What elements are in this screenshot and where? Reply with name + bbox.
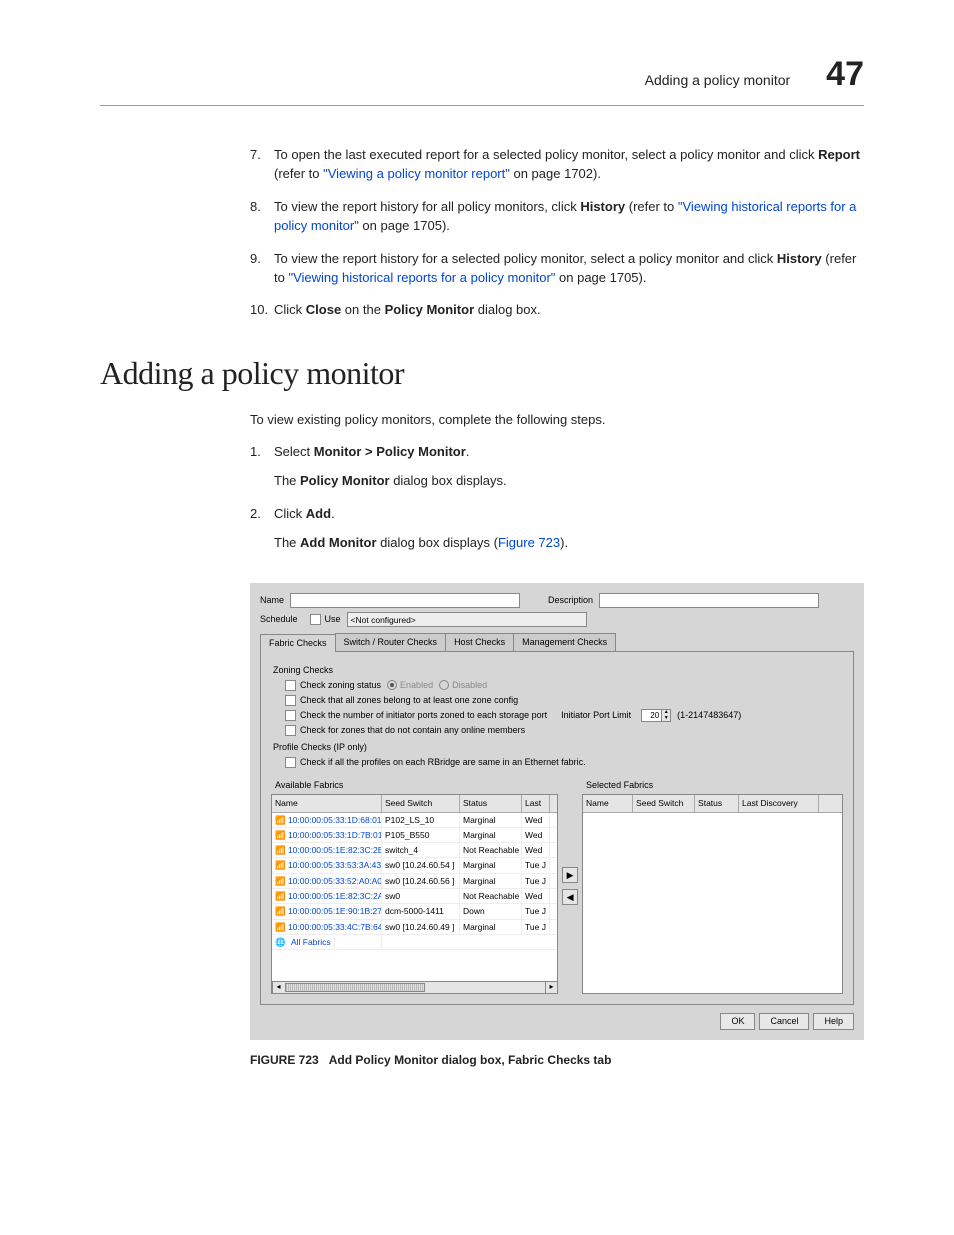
move-right-button[interactable]: ▶	[562, 867, 578, 883]
name-input[interactable]	[290, 593, 520, 608]
check-profiles-label: Check if all the profiles on each RBridg…	[300, 756, 586, 769]
tab-fabric-checks[interactable]: Fabric Checks	[260, 634, 336, 652]
table-row[interactable]: 📶 10:00:00:05:33:4C:7B:64sw0 [10.24.60.4…	[272, 920, 557, 935]
all-fabrics-row[interactable]: 🌐 All Fabrics	[272, 935, 557, 950]
use-label: Use	[325, 613, 341, 626]
tab-host-checks[interactable]: Host Checks	[445, 633, 514, 651]
tab-switch-router-checks[interactable]: Switch / Router Checks	[335, 633, 447, 651]
table-row[interactable]: 📶 10:00:00:05:1E:90:1B:27dcm-5000-1411Do…	[272, 904, 557, 919]
step-number: 2.	[250, 505, 274, 553]
available-fabrics-list[interactable]: Name Seed Switch Status Last 📶 10:00:00:…	[271, 794, 558, 994]
bold-report: Report	[818, 147, 860, 162]
tabs-row: Fabric Checks Switch / Router Checks Hos…	[260, 633, 854, 652]
table-row[interactable]: 📶 10:00:00:05:33:53:3A:43sw0 [10.24.60.5…	[272, 858, 557, 873]
table-row[interactable]: 📶 10:00:00:05:33:1D:68:01P102_LS_10Margi…	[272, 813, 557, 828]
ok-button[interactable]: OK	[720, 1013, 755, 1030]
steps-adding: 1. Select Monitor > Policy Monitor. The …	[250, 443, 864, 552]
figure-caption: FIGURE 723 Add Policy Monitor dialog box…	[250, 1052, 864, 1069]
steps-continued: 7. To open the last executed report for …	[250, 146, 864, 320]
table-header: Name Seed Switch Status Last Discovery	[583, 795, 842, 812]
table-row[interactable]: 📶 10:00:00:05:1E:82:3C:2Bswitch_4Not Rea…	[272, 843, 557, 858]
available-fabrics-header: Available Fabrics	[271, 777, 558, 794]
help-button[interactable]: Help	[813, 1013, 854, 1030]
step-number: 8.	[250, 198, 274, 236]
check-online-members-checkbox[interactable]	[285, 725, 296, 736]
step-number: 7.	[250, 146, 274, 184]
link-historical-reports[interactable]: "Viewing historical reports for a policy…	[288, 270, 555, 285]
step-text: Click Close on the Policy Monitor dialog…	[274, 301, 864, 320]
check-profiles-checkbox[interactable]	[285, 757, 296, 768]
name-label: Name	[260, 594, 284, 607]
initiator-port-limit-spinner[interactable]: 20 ▲▼	[641, 709, 671, 722]
header-title: Adding a policy monitor	[645, 70, 791, 90]
zoning-checks-title: Zoning Checks	[273, 664, 843, 677]
cancel-button[interactable]: Cancel	[759, 1013, 809, 1030]
step-number: 9.	[250, 250, 274, 288]
section-intro: To view existing policy monitors, comple…	[250, 411, 864, 430]
bold-close: Close	[306, 302, 341, 317]
check-online-members-label: Check for zones that do not contain any …	[300, 724, 525, 737]
selected-fabrics-list[interactable]: Name Seed Switch Status Last Discovery	[582, 794, 843, 994]
step-text: To view the report history for a selecte…	[274, 250, 864, 288]
table-header: Name Seed Switch Status Last	[272, 795, 557, 812]
tab-management-checks[interactable]: Management Checks	[513, 633, 616, 651]
description-label: Description	[548, 594, 593, 607]
table-row[interactable]: 📶 10:00:00:05:33:1D:7B:01P105_B550Margin…	[272, 828, 557, 843]
table-row[interactable]: 📶 10:00:00:05:33:52:A0:A0sw0 [10.24.60.5…	[272, 874, 557, 889]
step-text: To open the last executed report for a s…	[274, 146, 864, 184]
header-chapter: 47	[826, 50, 864, 99]
table-row[interactable]: 📶 10:00:00:05:1E:82:3C:2Asw0Not Reachabl…	[272, 889, 557, 904]
use-checkbox[interactable]	[310, 614, 321, 625]
bold-history: History	[777, 251, 822, 266]
check-zoning-status-checkbox[interactable]	[285, 680, 296, 691]
initiator-port-limit-label: Initiator Port Limit	[561, 709, 631, 722]
selected-fabrics-header: Selected Fabrics	[582, 777, 843, 794]
profile-checks-title: Profile Checks (IP only)	[273, 741, 843, 754]
fabric-checks-panel: Zoning Checks Check zoning status Enable…	[260, 652, 854, 1005]
dialog-buttons: OK Cancel Help	[260, 1013, 854, 1030]
horizontal-scrollbar[interactable]: ◂▸	[272, 981, 557, 993]
radio-disabled[interactable]	[439, 680, 449, 690]
check-zoning-status-label: Check zoning status	[300, 679, 381, 692]
radio-enabled[interactable]	[387, 680, 397, 690]
schedule-field[interactable]: <Not configured>	[347, 612, 587, 627]
section-heading: Adding a policy monitor	[100, 350, 864, 396]
step-text: To view the report history for all polic…	[274, 198, 864, 236]
link-figure[interactable]: Figure 723	[498, 535, 560, 550]
bold-menu-path: Monitor > Policy Monitor	[314, 444, 466, 459]
step-text: Click Add. The Add Monitor dialog box di…	[274, 505, 864, 553]
step-text: Select Monitor > Policy Monitor. The Pol…	[274, 443, 864, 491]
check-zones-config-checkbox[interactable]	[285, 695, 296, 706]
link-view-report[interactable]: "Viewing a policy monitor report"	[323, 166, 510, 181]
add-monitor-dialog: Name Description Schedule Use <Not confi…	[250, 583, 864, 1040]
step-number: 10.	[250, 301, 274, 320]
step-number: 1.	[250, 443, 274, 491]
check-zones-config-label: Check that all zones belong to at least …	[300, 694, 518, 707]
transfer-arrows: ▶ ◀	[562, 777, 578, 994]
check-initiator-ports-label: Check the number of initiator ports zone…	[300, 709, 547, 722]
bold-add: Add	[306, 506, 331, 521]
initiator-port-limit-range: (1-2147483647)	[677, 709, 741, 722]
schedule-label: Schedule	[260, 613, 298, 626]
move-left-button[interactable]: ◀	[562, 889, 578, 905]
check-initiator-ports-checkbox[interactable]	[285, 710, 296, 721]
page-header: Adding a policy monitor 47	[100, 50, 864, 106]
bold-policy-monitor: Policy Monitor	[385, 302, 475, 317]
description-input[interactable]	[599, 593, 819, 608]
bold-history: History	[580, 199, 625, 214]
